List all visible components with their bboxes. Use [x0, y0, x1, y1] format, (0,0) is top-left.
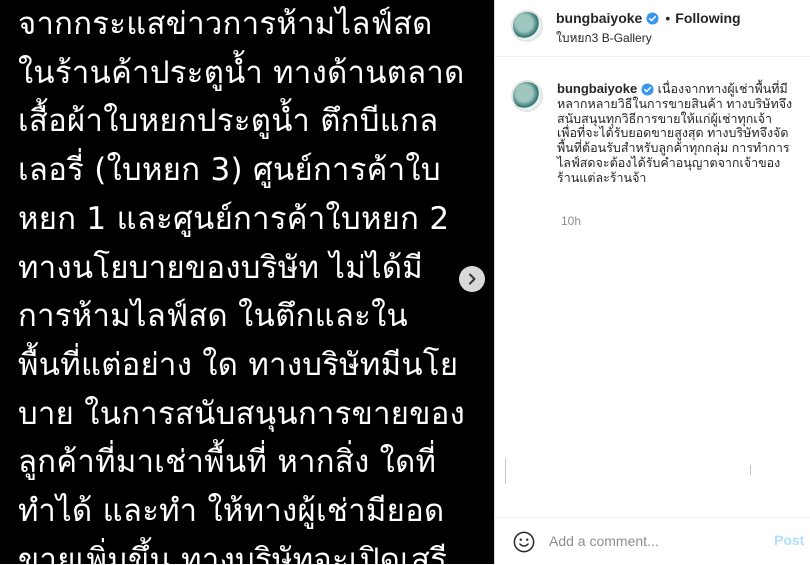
post-header: bungbaiyoke • Following ใบหยก3 B-Gallery [495, 0, 810, 57]
post-media: จากกระแสข่าวการห้ามไลฟ์สด ในร้านค้าประตู… [0, 0, 494, 564]
media-text-line: ขายเพิ่มขึ้น ทางบริษัทจะเปิดเสรี [18, 541, 448, 564]
media-text-line: ลูกค้าที่มาเช่าพื้นที่ หากสิ่ง ใดที่ [18, 444, 437, 481]
chevron-right-icon [469, 273, 476, 285]
media-text: จากกระแสข่าวการห้ามไลฟ์สด ในร้านค้าประตู… [18, 0, 465, 564]
media-text-line: การห้ามไลฟ์สด ในตึกและใน [18, 298, 409, 335]
media-text-line: ทำได้ และทำ ให้ทางผู้เช่ามียอด [18, 493, 445, 530]
divider [505, 458, 506, 484]
caption-text: หลากหลายวิธีในการขายสินค้า ทางบริษัทจึง [557, 96, 793, 111]
header-username[interactable]: bungbaiyoke [556, 10, 642, 26]
caption-text: สนับสนุนทุกวิธีการขายให้แก่ผู้เช่าทุกเจ้… [557, 111, 772, 126]
caption-first-line: bungbaiyoke เนื่องจากทางผู้เช่าพื้นที่มี [557, 81, 805, 97]
media-text-line: เลอรี่ (ใบหยก 3) ศูนย์การค้าใบ [18, 152, 441, 189]
header-user-row: bungbaiyoke • Following [556, 10, 741, 26]
media-text-line: บาย ในการสนับสนุนการขายของ [18, 395, 466, 432]
post-side-panel: bungbaiyoke • Following ใบหยก3 B-Gallery… [494, 0, 810, 564]
media-text-line: ในร้านค้าประตูน้ำ ทางด้านตลาด [18, 54, 465, 91]
caption-text: ร้านแต่ละร้านจ้า [557, 170, 647, 185]
caption-text: พื้นที่ต้อนรับสำหรับลูกค้าทุกกลุ่ม การทำ… [557, 141, 790, 156]
media-text-line: ทางนโยบายของบริษัท ไม่ได้มี [18, 249, 424, 286]
media-text-line: เสื้อผ้าใบหยกประตูน้ำ ตึกบีแกล [18, 103, 439, 140]
avatar[interactable] [511, 10, 543, 42]
post-timestamp[interactable]: 10h [561, 214, 581, 228]
next-slide-button[interactable] [459, 266, 485, 292]
media-text-line: หยก 1 และศูนย์การค้าใบหยก 2 [18, 200, 450, 237]
comment-input[interactable] [549, 531, 759, 551]
location-link[interactable]: ใบหยก3 B-Gallery [556, 29, 652, 48]
caption-text: ไลฟ์สดจะต้องได้รับคำอนุญาตจากเจ้าของ [557, 155, 781, 170]
following-button[interactable]: Following [675, 10, 740, 26]
caption-text: เนื่องจากทางผู้เช่าพื้นที่มี [654, 82, 788, 96]
media-text-line: พื้นที่แต่อย่าง ใด ทางบริษัทมีนโย [18, 346, 459, 383]
smiley-icon[interactable] [513, 531, 535, 553]
caption-text: เพื่อที่จะได้รับยอดขายสูงสุด ทางบริษัทจึ… [557, 126, 789, 141]
caption-username[interactable]: bungbaiyoke [557, 81, 637, 96]
post-button[interactable]: Post [774, 532, 804, 548]
divider [750, 465, 751, 475]
verified-badge-icon [641, 83, 654, 96]
verified-badge-icon [646, 11, 659, 25]
caption: bungbaiyoke เนื่องจากทางผู้เช่าพื้นที่มี… [557, 81, 805, 186]
caption-avatar[interactable] [511, 80, 543, 112]
media-text-line: จากกระแสข่าวการห้ามไลฟ์สด [18, 6, 433, 42]
comment-bar: Post [495, 517, 810, 565]
separator-dot: • [665, 10, 671, 26]
